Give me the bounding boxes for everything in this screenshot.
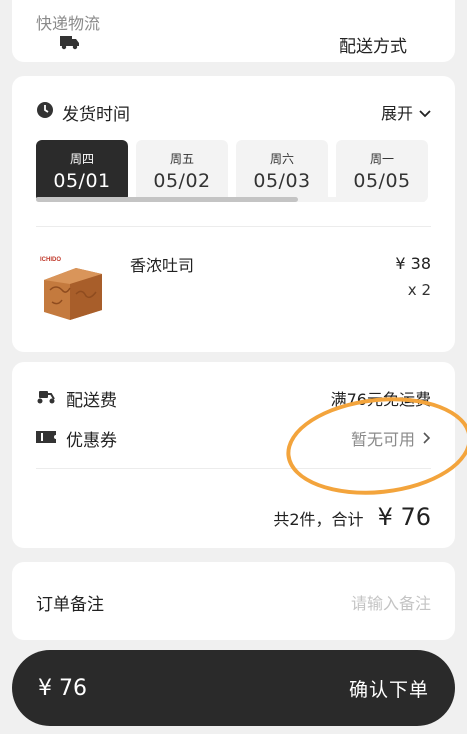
product-brand-mark: ICHIDO [40, 257, 61, 263]
product-image: ICHIDO [36, 250, 108, 322]
shipping-time-header: 发货时间 展开 [36, 98, 431, 126]
product-name: 香浓吐司 [130, 256, 195, 275]
truck-icon [60, 34, 80, 54]
confirm-order-button[interactable]: 确认下单 [349, 675, 429, 702]
order-remark-label: 订单备注 [36, 594, 104, 615]
shipping-time-label: 发货时间 [62, 104, 130, 125]
footer-price: ¥ 76 [38, 675, 87, 701]
date-weekday: 周四 [69, 152, 94, 166]
order-summary-label: 共2件，合计 [273, 510, 364, 529]
order-total-value: ¥ 76 [377, 503, 431, 531]
date-scrollbar[interactable] [36, 197, 426, 202]
ticket-icon [36, 429, 56, 448]
date-weekday: 周一 [369, 152, 394, 166]
expand-label: 展开 [380, 104, 413, 123]
coupon-label: 优惠券 [66, 430, 117, 451]
date-selector: 周四 05/01 周五 05/02 周六 05/03 周一 05/05 [36, 140, 436, 204]
date-value: 05/01 [53, 170, 111, 192]
shipping-fee-label: 配送费 [66, 390, 117, 411]
product-quantity: x 2 [407, 281, 431, 299]
expand-button[interactable]: 展开 [381, 100, 431, 124]
delivery-method-card: 配送方式 快递物流 [12, 0, 455, 62]
scooter-icon [36, 388, 56, 408]
delivery-method-row[interactable]: 配送方式 快递物流 [36, 8, 431, 57]
date-option-0503[interactable]: 周六 05/03 [236, 140, 328, 202]
order-remark-input[interactable]: 请输入备注 [351, 590, 431, 614]
order-remark-card: 订单备注 请输入备注 [12, 562, 455, 640]
date-value: 05/05 [353, 170, 411, 192]
divider [36, 226, 431, 227]
date-scrollbar-thumb[interactable] [36, 197, 298, 202]
date-weekday: 周六 [269, 152, 294, 166]
delivery-method-label: 配送方式 [339, 36, 407, 57]
order-remark-row: 订单备注 请输入备注 [36, 588, 431, 616]
chevron-down-icon [419, 103, 431, 122]
date-option-0502[interactable]: 周五 05/02 [136, 140, 228, 202]
date-weekday: 周五 [169, 152, 194, 166]
clock-icon [36, 101, 54, 123]
date-value: 05/02 [153, 170, 211, 192]
product-price: ¥ 38 [395, 254, 431, 273]
date-option-0501[interactable]: 周四 05/01 [36, 140, 128, 202]
submit-bar: ¥ 76 确认下单 [12, 650, 455, 726]
order-total: 共2件，合计 ¥ 76 [273, 503, 431, 531]
date-value: 05/03 [253, 170, 311, 192]
date-option-0505[interactable]: 周一 05/05 [336, 140, 428, 202]
